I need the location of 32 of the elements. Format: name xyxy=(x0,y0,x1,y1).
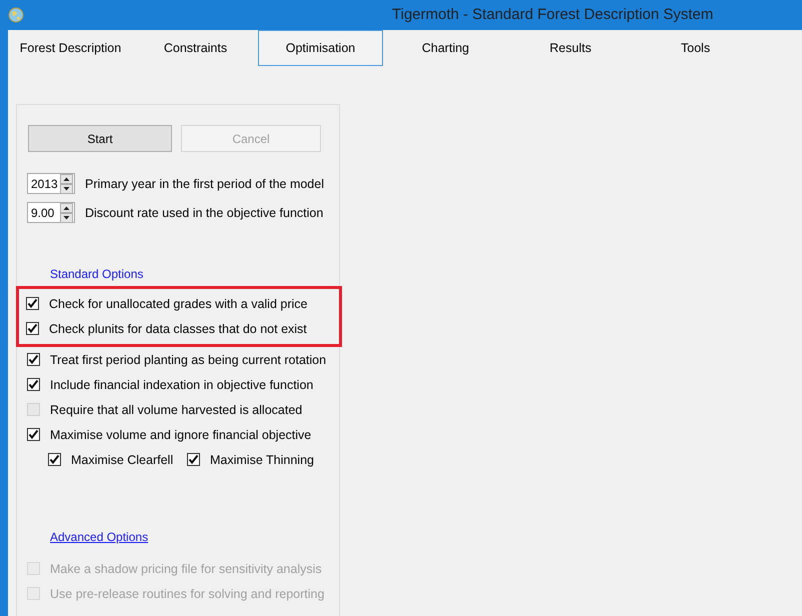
window-title: Tigermoth - Standard Forest Description System xyxy=(392,6,714,23)
checkbox-label: Require that all volume harvested is allocated xyxy=(50,402,302,416)
checkbox-label: Use pre-release routines for solving and reporting xyxy=(50,586,324,600)
tab[interactable]: Results xyxy=(508,30,633,66)
start-button[interactable]: Start xyxy=(28,125,172,152)
checkbox[interactable] xyxy=(27,378,40,391)
checkbox-label: Maximise Thinning xyxy=(210,452,314,466)
tab[interactable]: Tools xyxy=(633,30,758,66)
tab[interactable]: Forest Description xyxy=(8,30,133,66)
checkbox-label: Maximise Clearfell xyxy=(71,452,174,466)
checkbox[interactable] xyxy=(187,453,200,466)
checkbox-label: Maximise volume and ignore financial objective xyxy=(50,428,312,442)
globe-icon xyxy=(8,7,24,23)
number-spinner[interactable]: 9.00 xyxy=(27,202,75,223)
checkbox[interactable] xyxy=(26,297,39,310)
checkbox[interactable] xyxy=(26,322,39,335)
section-link[interactable]: Standard Options xyxy=(50,267,144,281)
tab[interactable]: Constraints xyxy=(133,30,258,66)
checkbox[interactable] xyxy=(27,428,40,441)
checkbox-label: Make a shadow pricing file for sensitivity analysis xyxy=(50,562,322,576)
checkbox[interactable] xyxy=(27,353,40,366)
tab[interactable]: Optimisation xyxy=(258,30,383,66)
checkbox-label: Check for unallocated grades with a valid price xyxy=(49,296,308,310)
tab[interactable]: Charting xyxy=(383,30,508,66)
checkbox-label: Treat first period planting as being current rotation xyxy=(50,352,326,366)
number-spinner[interactable]: 2013 xyxy=(27,173,75,194)
checkbox-label: Check plunits for data classes that do not exist xyxy=(49,322,307,336)
spinner-label: Primary year in the first period of the model xyxy=(85,176,324,190)
spinner-label: Discount rate used in the objective function xyxy=(85,206,324,220)
checkbox[interactable] xyxy=(48,453,61,466)
section-link[interactable]: Advanced Options xyxy=(50,530,148,544)
checkbox-label: Include financial indexation in objective function xyxy=(50,378,314,392)
